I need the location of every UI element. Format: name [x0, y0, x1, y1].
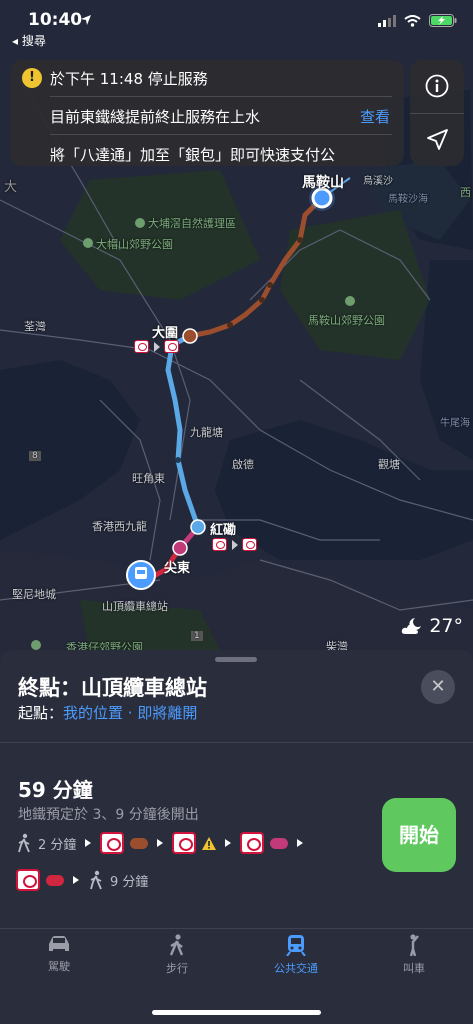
map-label-west-kowloon[interactable]: 香港西九龍 — [92, 518, 147, 534]
partly-cloudy-night-icon — [402, 618, 422, 634]
directions-sheet: 終點：山頂纜車總站 起點：我的位置 · 即將離開 ✕ 59 分鐘 地鐵預定於 3… — [0, 650, 473, 1024]
origin-separator: · — [123, 704, 138, 722]
weather-indicator: 27° — [401, 615, 463, 637]
departure-time-link[interactable]: 即將離開 — [137, 704, 197, 722]
tab-walk[interactable]: 步行 — [132, 934, 222, 976]
controls-divider — [410, 113, 464, 114]
map-label-kwun-tong[interactable]: 觀塘 — [378, 456, 400, 472]
battery-charging-icon — [429, 14, 457, 27]
train-icon — [286, 935, 306, 956]
mtr-logo-icon — [242, 538, 257, 551]
route-departure-note: 地鐵預定於 3、9 分鐘後開出 — [18, 807, 199, 823]
cellular-signal-icon — [378, 14, 396, 27]
map-label-ma-on-shan-park[interactable]: 馬鞍山郊野公園 — [308, 312, 385, 328]
walk-icon — [18, 833, 30, 853]
tab-transit[interactable]: 公共交通 — [251, 934, 341, 976]
walk-icon — [169, 934, 184, 956]
map-label-tst-east[interactable]: 尖東 — [164, 557, 190, 576]
close-button[interactable]: ✕ — [421, 670, 455, 704]
route-duration[interactable]: 59 分鐘 — [18, 774, 93, 803]
interchange-arrow-icon — [232, 540, 238, 550]
banner-divider — [50, 134, 392, 135]
sheet-grabber[interactable] — [215, 657, 257, 662]
alert-line-3[interactable]: 將「八達通」加至「銀包」即可快速支付公 — [50, 144, 392, 165]
banner-divider — [50, 96, 392, 97]
mtr-logo-icon — [212, 538, 227, 551]
wifi-icon — [404, 14, 421, 27]
tuen-ma-line-pill — [130, 837, 149, 849]
info-button[interactable] — [425, 74, 449, 98]
map-label-kennedy-town[interactable]: 堅尼地城 — [12, 586, 56, 602]
walk-icon — [90, 870, 102, 890]
back-to-search-link[interactable]: ◂ 搜尋 — [12, 32, 46, 49]
map-label-kowloon-tong[interactable]: 九龍塘 — [190, 424, 223, 440]
car-icon — [49, 936, 69, 951]
map-controls — [410, 60, 464, 166]
route-8-shield: 8 — [29, 451, 41, 461]
tab-drive[interactable]: 駕駛 — [14, 934, 104, 974]
interchange-arrow-icon — [154, 342, 160, 352]
mtr-logo-icon — [172, 832, 197, 854]
sheet-divider — [0, 742, 473, 743]
tab-label: 公共交通 — [274, 962, 318, 975]
start-navigation-button[interactable]: 開始 — [382, 798, 456, 872]
tab-label: 叫車 — [403, 962, 425, 975]
alert-line-2: 目前東鐵綫提前終止服務在上水 — [50, 108, 261, 126]
map-label-tai-mo-shan-park[interactable]: 大帽山郊野公園 — [96, 236, 173, 252]
origin-location-link[interactable]: 我的位置 — [63, 704, 123, 722]
mtr-logo-icon — [240, 832, 265, 854]
step-arrow-icon — [85, 839, 92, 847]
mtr-logo-icon — [16, 869, 40, 891]
mtr-logo-icon — [164, 340, 179, 353]
map-label-ma-on-shan[interactable]: 馬鞍山 — [302, 172, 344, 192]
origin-line: 起點：我的位置 · 即將離開 — [18, 702, 197, 723]
map-label-kai-tak[interactable]: 啟德 — [232, 456, 254, 472]
step-arrow-icon — [157, 839, 164, 847]
step-arrow-icon — [297, 839, 304, 847]
hail-icon — [409, 934, 419, 956]
tab-label: 駕駛 — [48, 960, 70, 973]
map-label-port-shelter: 牛尾海 — [440, 418, 470, 429]
home-indicator[interactable] — [152, 1010, 321, 1015]
walk-duration-start: 2 分鐘 — [38, 837, 77, 853]
map-label-tai-po-nature[interactable]: 大埔滘自然護理區 — [148, 215, 236, 231]
service-alert-banner[interactable]: ! 於下午 11:48 停止服務 目前東鐵綫提前終止服務在上水 查看 將「八達通… — [10, 60, 404, 166]
island-line-pill — [46, 874, 64, 886]
location-arrow-icon — [81, 15, 91, 25]
tabbar-divider — [0, 928, 473, 929]
tab-label: 步行 — [166, 962, 188, 975]
route-steps-continued: 9 分鐘 — [16, 869, 148, 891]
status-bar: 10:40 ◂ 搜尋 — [0, 0, 473, 50]
map-label-road-partial: 大 — [4, 180, 18, 195]
origin-prefix: 起點： — [18, 704, 64, 722]
map-label-mong-kok-east[interactable]: 旺角東 — [132, 470, 165, 486]
step-arrow-icon — [73, 876, 79, 884]
map-label-tsuen-wan[interactable]: 荃灣 — [24, 318, 46, 334]
mtr-logo-icon — [100, 832, 125, 854]
alert-line-1: 於下午 11:48 停止服務 — [50, 70, 208, 88]
map-label-peak-tram[interactable]: 山頂纜車總站 — [102, 598, 168, 614]
route-steps: 2 分鐘 — [16, 832, 306, 854]
mtr-logo-icon — [134, 340, 149, 353]
status-time: 10:40 — [28, 10, 83, 30]
tab-ride[interactable]: 叫車 — [369, 934, 459, 976]
map-label-water: 馬鞍沙海 — [388, 194, 428, 205]
map-label-sai-kung: 西 — [460, 186, 471, 199]
tsuen-wan-line-pill — [270, 837, 289, 849]
warning-icon — [202, 836, 217, 850]
map-label-tai-wai[interactable]: 大圍 — [152, 322, 178, 341]
route-1-shield: 1 — [191, 631, 203, 641]
map-label-hung-hom[interactable]: 紅磡 — [210, 519, 236, 538]
warning-icon: ! — [22, 68, 42, 88]
track-location-button[interactable] — [425, 128, 449, 152]
map-label-wu-kai-sha[interactable]: 烏溪沙 — [363, 172, 393, 187]
view-alert-link[interactable]: 查看 — [360, 106, 390, 127]
walk-duration-end: 9 分鐘 — [110, 874, 149, 890]
temperature: 27° — [429, 615, 463, 637]
destination-title: 終點：山頂纜車總站 — [18, 676, 207, 700]
step-arrow-icon — [225, 839, 232, 847]
